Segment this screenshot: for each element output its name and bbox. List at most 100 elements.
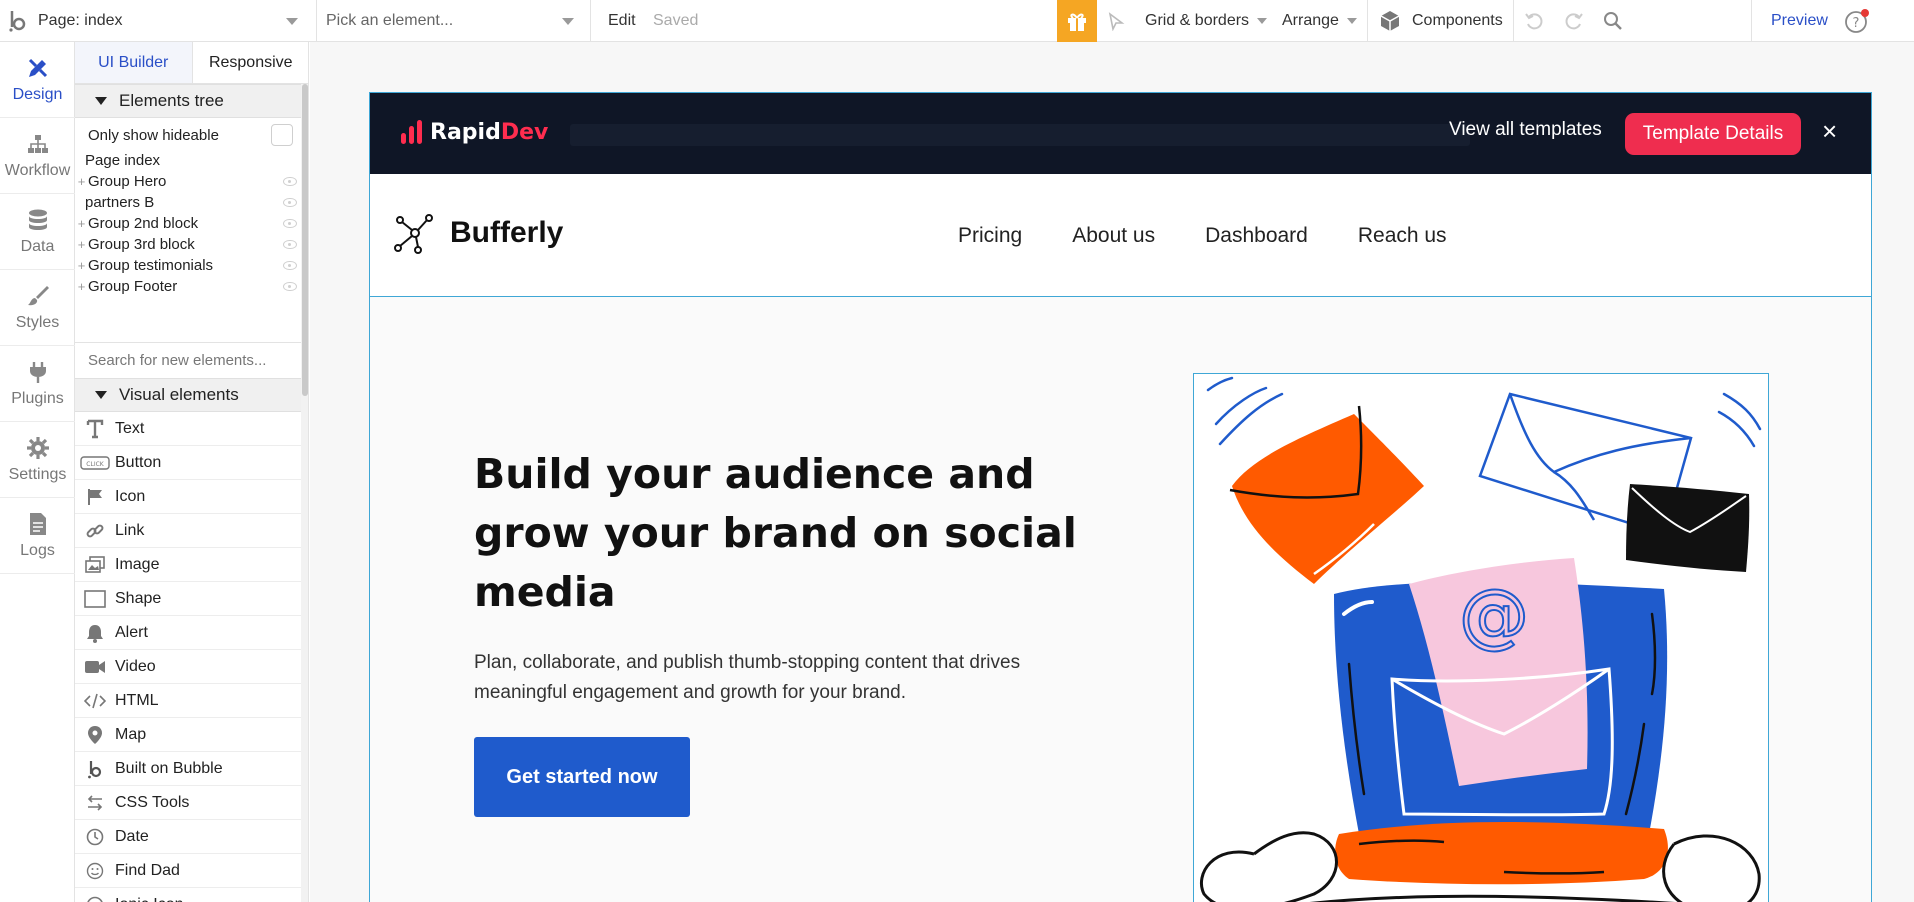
components-label: Components — [1412, 12, 1503, 29]
visual-element-button[interactable]: CLICK Button — [75, 446, 301, 480]
visual-element-label: CSS Tools — [115, 793, 190, 811]
get-started-button[interactable]: Get started now — [474, 737, 690, 817]
bubble-logo-icon[interactable] — [8, 0, 28, 42]
visual-element-ionic-icon[interactable]: Ionic Icon — [75, 888, 301, 902]
grid-borders-menu[interactable]: Grid & borders — [1145, 0, 1268, 42]
expand-plus-icon[interactable]: + — [75, 258, 88, 273]
help-icon[interactable]: ? — [1844, 0, 1870, 42]
visual-element-built-on-bubble[interactable]: Built on Bubble — [75, 752, 301, 786]
page-preview[interactable]: RapidDev View all templates Template Det… — [369, 92, 1872, 902]
visual-element-icon[interactable]: Icon — [75, 480, 301, 514]
visual-element-label: Built on Bubble — [115, 759, 223, 777]
hero-title: Build your audience and grow your brand … — [474, 450, 1077, 616]
rail-plugins[interactable]: Plugins — [0, 346, 75, 422]
tree-item[interactable]: partners B — [75, 192, 301, 213]
tab-responsive[interactable]: Responsive — [193, 42, 309, 83]
visual-elements-header[interactable]: Visual elements — [75, 378, 301, 412]
search-icon[interactable] — [1603, 0, 1623, 42]
visual-element-css-tools[interactable]: CSS Tools — [75, 786, 301, 820]
expand-plus-icon[interactable]: + — [75, 237, 88, 252]
eye-icon[interactable] — [283, 198, 297, 207]
nav-about-us[interactable]: About us — [1072, 224, 1155, 248]
edit-menu[interactable]: Edit — [608, 0, 636, 42]
expand-plus-icon[interactable]: + — [75, 279, 88, 294]
eye-icon[interactable] — [283, 282, 297, 291]
tree-item[interactable]: + Group testimonials — [75, 255, 301, 276]
site-brand[interactable]: Bufferly — [394, 212, 563, 254]
visual-element-video[interactable]: Video — [75, 650, 301, 684]
close-icon[interactable]: × — [1822, 118, 1837, 144]
panel-tabs: UI Builder Responsive — [75, 42, 309, 84]
visual-element-label: Map — [115, 725, 147, 743]
visual-element-html[interactable]: HTML — [75, 684, 301, 718]
page-selector[interactable]: Page: index — [38, 0, 306, 42]
edit-label: Edit — [608, 12, 636, 29]
undo-icon[interactable] — [1524, 0, 1544, 42]
preview-button[interactable]: Preview — [1771, 0, 1828, 42]
svg-text:?: ? — [1853, 16, 1860, 31]
visual-element-image[interactable]: Image — [75, 548, 301, 582]
brand-name: Bufferly — [450, 216, 564, 249]
template-details-button[interactable]: Template Details — [1625, 113, 1801, 155]
rapiddev-logo[interactable]: RapidDev — [400, 119, 548, 145]
tab-ui-builder[interactable]: UI Builder — [75, 42, 193, 83]
gear-icon — [26, 436, 49, 459]
rail-design[interactable]: Design — [0, 42, 75, 118]
eye-icon[interactable] — [283, 261, 297, 270]
eye-icon[interactable] — [283, 177, 297, 186]
visual-element-find-dad[interactable]: Find Dad — [75, 854, 301, 888]
only-show-hideable-label: Only show hideable — [88, 126, 219, 144]
tree-item[interactable]: + Group Hero — [75, 171, 301, 192]
search-new-elements-input[interactable]: Search for new elements... — [75, 342, 301, 378]
nav-reach-us[interactable]: Reach us — [1358, 224, 1447, 248]
rail-settings[interactable]: Settings — [0, 422, 75, 498]
tree-item[interactable]: + Group 3rd block — [75, 234, 301, 255]
chevron-down-icon — [1257, 18, 1268, 24]
visual-element-map[interactable]: Map — [75, 718, 301, 752]
nav-dashboard[interactable]: Dashboard — [1205, 224, 1308, 248]
redo-icon[interactable] — [1564, 0, 1584, 42]
view-all-templates-link[interactable]: View all templates — [1449, 119, 1602, 141]
visual-element-alert[interactable]: Alert — [75, 616, 301, 650]
tree-item[interactable]: + Group Footer — [75, 276, 301, 297]
grid-borders-label: Grid & borders — [1145, 12, 1250, 29]
only-show-hideable-checkbox[interactable] — [271, 124, 293, 146]
visual-element-date[interactable]: Date — [75, 820, 301, 854]
rail-styles[interactable]: Styles — [0, 270, 75, 346]
chevron-down-icon — [562, 18, 574, 25]
element-picker[interactable]: Pick an element... — [326, 0, 580, 42]
visual-element-label: Video — [115, 657, 156, 675]
tree-item[interactable]: Page index — [75, 150, 301, 171]
network-logo-icon — [394, 214, 433, 254]
rail-logs[interactable]: Logs — [0, 498, 75, 574]
visual-element-label: Date — [115, 827, 149, 845]
clock-icon — [75, 828, 115, 846]
components-button[interactable]: Components — [1378, 0, 1503, 42]
gift-button[interactable] — [1057, 0, 1097, 42]
elements-tree-header[interactable]: Elements tree — [75, 84, 301, 118]
database-icon — [28, 209, 47, 230]
button-icon: CLICK — [75, 455, 115, 471]
arrange-menu[interactable]: Arrange — [1282, 0, 1357, 42]
expand-plus-icon[interactable]: + — [75, 216, 88, 231]
visual-element-shape[interactable]: Shape — [75, 582, 301, 616]
plug-icon — [29, 361, 46, 383]
map-pin-icon — [75, 725, 115, 745]
visual-element-label: Button — [115, 453, 162, 471]
rail-workflow[interactable]: Workflow — [0, 118, 75, 194]
select-cursor-icon[interactable] — [1106, 0, 1126, 42]
search-new-elements-placeholder: Search for new elements... — [88, 352, 267, 369]
tree-item[interactable]: + Group 2nd block — [75, 213, 301, 234]
panel-scrollbar-thumb[interactable] — [302, 84, 308, 396]
eye-icon[interactable] — [283, 219, 297, 228]
nav-pricing[interactable]: Pricing — [958, 224, 1022, 248]
visual-element-text[interactable]: Text — [75, 412, 301, 446]
hero-illustration: @ — [1193, 373, 1769, 902]
chevron-down-icon — [286, 18, 298, 25]
visual-element-label: Alert — [115, 623, 148, 641]
expand-plus-icon[interactable]: + — [75, 174, 88, 189]
visual-element-link[interactable]: Link — [75, 514, 301, 548]
rail-data[interactable]: Data — [0, 194, 75, 270]
workflow-icon — [27, 134, 48, 153]
eye-icon[interactable] — [283, 240, 297, 249]
